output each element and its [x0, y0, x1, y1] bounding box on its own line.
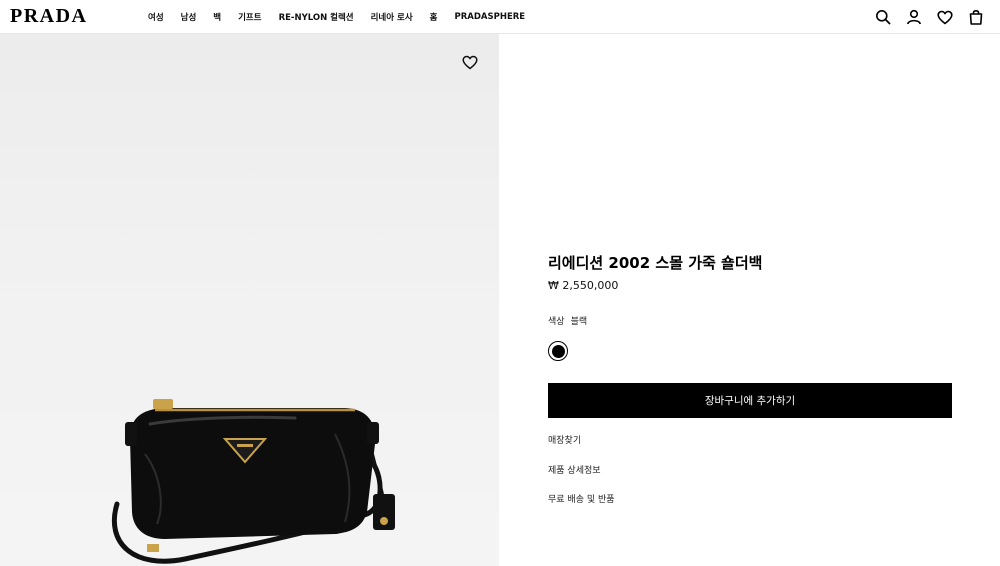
color-row: 색상 블랙: [548, 314, 587, 327]
swatch-fill: [551, 344, 565, 358]
color-label: 색상: [548, 317, 565, 327]
wishlist-icon[interactable]: [935, 7, 955, 27]
nav-item-linea-rossa[interactable]: 리네아 로사: [371, 11, 413, 23]
nav-item-gifts[interactable]: 기프트: [238, 11, 261, 23]
nav-item-bags[interactable]: 백: [213, 11, 221, 23]
nav-item-re-nylon[interactable]: RE-NYLON 컬렉션: [279, 11, 354, 23]
header-icons: [862, 7, 986, 27]
nav-item-home[interactable]: 홈: [430, 11, 438, 23]
bag-icon[interactable]: [966, 7, 986, 27]
black-shoulder-bag-illustration: [111, 399, 395, 564]
main-nav: 여성 남성 백 기프트 RE-NYLON 컬렉션 리네아 로사 홈 PRADAS…: [148, 0, 542, 34]
color-swatch-black[interactable]: [548, 341, 568, 361]
shipping-returns-link[interactable]: 무료 배송 및 반품: [548, 492, 615, 505]
product-details-link[interactable]: 제품 상세정보: [548, 463, 601, 476]
product-image: [0, 34, 499, 566]
nav-item-pradasphere[interactable]: PRADASPHERE: [455, 12, 526, 22]
color-value: 블랙: [570, 317, 588, 327]
prada-logo[interactable]: PRADA: [10, 5, 88, 28]
find-store-link[interactable]: 매장찾기: [548, 433, 581, 446]
product-title: 리에디션 2002 스몰 가죽 숄더백: [548, 254, 763, 272]
account-icon[interactable]: [904, 7, 924, 27]
add-to-cart-button[interactable]: 장바구니에 추가하기: [548, 383, 952, 418]
nav-item-men[interactable]: 남성: [181, 11, 197, 23]
search-icon[interactable]: [873, 7, 893, 27]
nav-item-women[interactable]: 여성: [148, 11, 164, 23]
site-header: PRADA 여성 남성 백 기프트 RE-NYLON 컬렉션 리네아 로사 홈 …: [0, 0, 1000, 34]
product-price: ₩ 2,550,000: [548, 279, 619, 292]
add-to-wishlist-heart-icon[interactable]: [460, 52, 480, 72]
